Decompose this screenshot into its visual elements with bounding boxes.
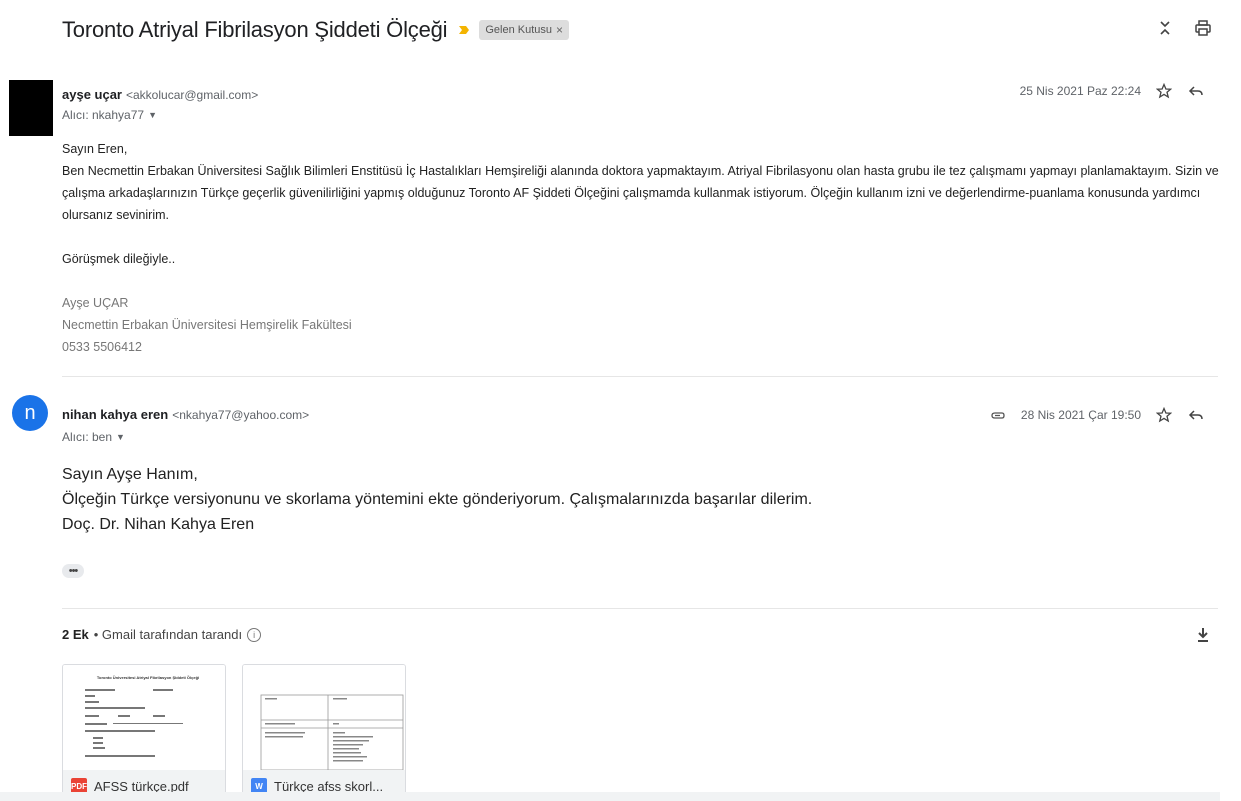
star-icon[interactable] — [1155, 406, 1173, 424]
signature-affiliation: Necmettin Erbakan Üniversitesi Hemşireli… — [62, 318, 352, 332]
message-meta: 28 Nis 2021 Çar 19:50 — [989, 406, 1205, 424]
recipient-details-toggle[interactable]: Alıcı: nkahya77 ▼ — [62, 108, 157, 122]
label-remove-icon[interactable]: × — [556, 23, 563, 37]
body-greeting: Sayın Eren, — [62, 142, 128, 156]
attachment-card-pdf[interactable]: Toronto Üniversitesi Atriyal Fibrilasyon… — [62, 664, 226, 801]
attachment-count: 2 Ek — [62, 627, 89, 642]
body-line: Ölçeğin Türkçe versiyonunu ve skorlama y… — [62, 491, 813, 508]
body-paragraph: Ben Necmettin Erbakan Üniversitesi Sağlı… — [62, 164, 1219, 222]
signature-name: Ayşe UÇAR — [62, 296, 129, 310]
show-trimmed-content-button[interactable]: ••• — [62, 564, 84, 578]
body-closing: Görüşmek dileğiyle.. — [62, 252, 176, 266]
chevron-down-icon[interactable]: ▼ — [116, 432, 125, 442]
print-icon[interactable] — [1193, 18, 1213, 38]
recipient-label: Alıcı: nkahya77 — [62, 108, 145, 122]
message-date: 25 Nis 2021 Paz 22:24 — [1019, 84, 1141, 98]
message-sender: ayşe uçar <akkolucar@gmail.com> — [62, 87, 258, 102]
info-icon[interactable]: i — [247, 627, 262, 642]
body-line: Sayın Ayşe Hanım, — [62, 466, 198, 483]
message-body: Sayın Eren, Ben Necmettin Erbakan Üniver… — [62, 138, 1222, 358]
thread-subject: Toronto Atriyal Fibrilasyon Şiddeti Ölçe… — [62, 17, 448, 42]
attachment-preview — [243, 665, 405, 771]
message-body: Sayın Ayşe Hanım, Ölçeğin Türkçe versiyo… — [62, 462, 812, 537]
label-chip-text: Gelen Kutusu — [485, 24, 552, 36]
message-date: 28 Nis 2021 Çar 19:50 — [1020, 408, 1141, 422]
attachments-header: 2 Ek • Gmail tarafından tarandı i — [62, 627, 262, 642]
download-all-icon[interactable] — [1195, 626, 1211, 649]
avatar[interactable] — [9, 80, 53, 136]
recipient-label: Alıcı: ben — [62, 430, 113, 444]
attachments-divider — [62, 608, 1218, 609]
message-sender: nihan kahya eren <nkahya77@yahoo.com> — [62, 407, 309, 422]
avatar[interactable]: n — [12, 395, 48, 431]
expand-all-icon[interactable] — [1155, 18, 1175, 38]
recipient-details-toggle[interactable]: Alıcı: ben ▼ — [62, 430, 125, 444]
sender-email: <akkolucar@gmail.com> — [126, 88, 259, 102]
reply-icon[interactable] — [1187, 82, 1205, 100]
thread-header: Toronto Atriyal Fibrilasyon Şiddeti Ölçe… — [62, 12, 570, 48]
horizontal-scrollbar[interactable] — [0, 792, 1220, 801]
label-chip-inbox[interactable]: Gelen Kutusu × — [479, 20, 570, 40]
star-icon[interactable] — [1155, 82, 1173, 100]
chevron-down-icon[interactable]: ▼ — [148, 110, 157, 120]
sender-name[interactable]: nihan kahya eren — [62, 407, 168, 422]
scanned-label: • Gmail tarafından tarandı — [93, 627, 243, 642]
attachment-card-word[interactable]: W Türkçe afss skorl... — [242, 664, 406, 801]
body-line: Doç. Dr. Nihan Kahya Eren — [62, 516, 255, 533]
message-meta: 25 Nis 2021 Paz 22:24 — [1020, 82, 1205, 100]
paperclip-icon — [989, 406, 1007, 424]
message-divider — [62, 376, 1218, 377]
signature-phone: 0533 5506412 — [62, 340, 142, 354]
attachment-preview: Toronto Üniversitesi Atriyal Fibrilasyon… — [63, 665, 225, 770]
importance-marker-icon[interactable] — [457, 23, 471, 37]
sender-email: <nkahya77@yahoo.com> — [172, 408, 310, 422]
thread-toolbar — [1155, 18, 1213, 38]
sender-name[interactable]: ayşe uçar — [62, 87, 122, 102]
reply-icon[interactable] — [1187, 406, 1205, 424]
